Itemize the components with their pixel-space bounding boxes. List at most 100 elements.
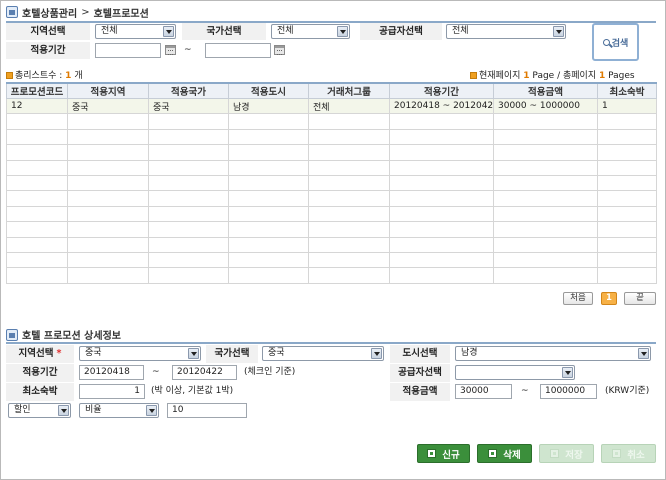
period-from-input[interactable]	[95, 43, 161, 58]
last-page-button[interactable]: 끝	[624, 292, 656, 305]
table-cell	[228, 174, 309, 192]
table-row	[6, 190, 657, 207]
region-label: 지역선택	[6, 23, 90, 40]
region-select-value: 전체	[101, 26, 118, 36]
table-row	[6, 144, 657, 161]
table-row	[6, 128, 657, 146]
table-row	[6, 113, 657, 130]
table-cell	[597, 144, 657, 161]
country-select-value: 전체	[277, 26, 294, 36]
new-icon	[427, 449, 437, 458]
table-cell	[228, 236, 309, 253]
table-cell	[389, 267, 494, 284]
table-cell	[67, 159, 149, 176]
page-info: 현재페이지 1 Page / 총페이지 1 Pages	[470, 68, 635, 81]
list-total: 총리스트수 : 1 개	[6, 68, 83, 81]
table-cell	[148, 221, 229, 238]
new-button-label: 신규	[442, 449, 460, 461]
chevron-down-icon	[146, 405, 157, 416]
detail-min-nights-input[interactable]: 1	[79, 384, 145, 399]
table-cell	[493, 236, 598, 253]
supplier-select[interactable]: 전체	[446, 24, 566, 39]
supplier-label: 공급자선택	[360, 23, 442, 40]
table-cell	[67, 113, 149, 130]
cancel-button[interactable]: 취소	[601, 444, 656, 463]
current-page: 1	[523, 71, 530, 81]
discount-type-select[interactable]: 할인	[8, 403, 71, 418]
table-cell	[389, 113, 494, 130]
detail-city-label: 도시선택	[390, 345, 450, 363]
cancel-icon	[612, 449, 622, 458]
table-row	[6, 205, 657, 223]
page-unit: Page /	[532, 71, 561, 81]
detail-amount-tilde: ~	[521, 386, 529, 396]
delete-icon	[488, 449, 498, 458]
table-cell	[6, 267, 68, 284]
country-select[interactable]: 전체	[271, 24, 350, 39]
column-header: 적용도시	[228, 82, 309, 99]
breadcrumb-separator: >	[81, 6, 90, 18]
table-cell: 20120418 ~ 20120422	[389, 97, 494, 115]
table-cell	[67, 190, 149, 207]
detail-title: 호텔 프로모션 상세정보	[6, 328, 121, 342]
calendar-icon[interactable]	[165, 45, 176, 55]
detail-period-note: (체크인 기준)	[244, 367, 296, 377]
search-button-label: 검색	[611, 38, 629, 49]
discount-value-input[interactable]: 10	[167, 403, 247, 418]
detail-city-select[interactable]: 남경	[455, 346, 651, 361]
table-cell	[148, 174, 229, 192]
table-cell	[493, 174, 598, 192]
detail-country-value: 중국	[268, 348, 285, 358]
search-button[interactable]: 검색	[592, 23, 639, 61]
table-header-row: 프로모션코드 적용지역 적용국가 적용도시 거래처그룹 적용기간 적용금액 최소숙박	[6, 82, 657, 99]
total-pages-label: 총페이지	[562, 71, 597, 81]
table-cell	[389, 128, 494, 146]
detail-min-nights-label: 최소숙박	[6, 383, 74, 401]
discount-type-value: 할인	[14, 405, 31, 415]
bullet-icon	[6, 72, 13, 79]
table-cell	[308, 205, 390, 223]
save-button[interactable]: 저장	[539, 444, 594, 463]
breadcrumb-parent[interactable]: 호텔상품관리	[22, 5, 77, 20]
table-cell	[308, 236, 390, 253]
table-cell	[148, 205, 229, 223]
detail-region-select[interactable]: 중국	[79, 346, 201, 361]
region-select[interactable]: 전체	[95, 24, 176, 39]
detail-region-value: 중국	[85, 348, 102, 358]
table-cell	[67, 144, 149, 161]
table-cell	[597, 205, 657, 223]
table-cell	[67, 236, 149, 253]
calendar-icon[interactable]	[274, 45, 285, 55]
current-page-button[interactable]: 1	[601, 292, 617, 305]
delete-button[interactable]: 삭제	[477, 444, 532, 463]
table-cell: 중국	[67, 97, 149, 115]
table-cell	[6, 174, 68, 192]
table-cell	[597, 267, 657, 284]
discount-method-select[interactable]: 비율	[79, 403, 159, 418]
table-cell	[228, 144, 309, 161]
detail-period-from-input[interactable]: 20120418	[79, 365, 144, 380]
page-label: 현재페이지	[479, 71, 521, 81]
detail-amount-from-input[interactable]: 30000	[455, 384, 512, 399]
table-cell	[493, 144, 598, 161]
period-to-input[interactable]	[205, 43, 271, 58]
detail-supplier-select[interactable]	[455, 365, 575, 380]
table-cell	[597, 174, 657, 192]
detail-period-to-input[interactable]: 20120422	[172, 365, 237, 380]
chevron-down-icon	[163, 26, 174, 37]
table-cell	[6, 144, 68, 161]
table-cell: 남경	[228, 97, 309, 115]
table-cell	[148, 159, 229, 176]
first-page-button[interactable]: 처음	[563, 292, 593, 305]
detail-min-nights-note: (박 이상, 기본값 1박)	[151, 386, 234, 396]
detail-country-select[interactable]: 중국	[262, 346, 384, 361]
detail-region-label-text: 지역선택	[18, 348, 54, 359]
table-cell	[228, 267, 309, 284]
table-cell	[597, 190, 657, 207]
detail-amount-to-input[interactable]: 1000000	[540, 384, 597, 399]
table-cell	[597, 128, 657, 146]
table-cell	[228, 113, 309, 130]
new-button[interactable]: 신규	[417, 444, 470, 463]
table-row[interactable]: 12 중국 중국 남경 전체 20120418 ~ 20120422 30000 ~ 100…	[6, 97, 657, 115]
detail-country-label: 국가선택	[206, 345, 258, 363]
